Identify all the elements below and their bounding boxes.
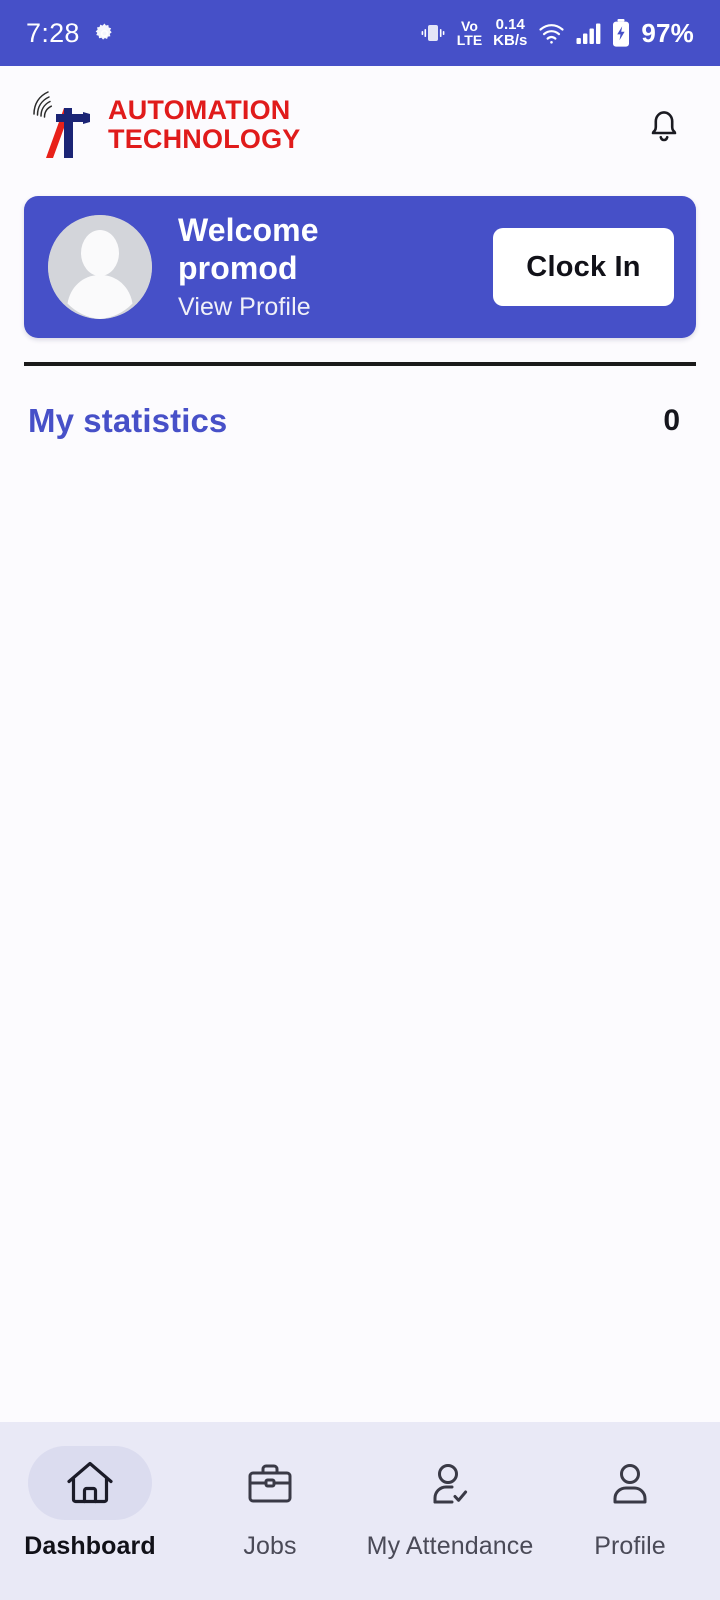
- nav-pill-profile: [568, 1446, 692, 1520]
- battery-charging-icon: [612, 19, 630, 47]
- nav-item-jobs[interactable]: Jobs: [180, 1446, 360, 1561]
- wifi-icon: [538, 22, 565, 45]
- app-screen: 7:28 Vo LTE 0.14 KB/s 97% AUTOMATION TEC…: [0, 0, 720, 1600]
- brand-line-2: TECHNOLOGY: [108, 124, 301, 154]
- divider-wrapper: [0, 338, 720, 366]
- home-icon: [64, 1458, 116, 1508]
- volte-line1: Vo: [461, 17, 478, 34]
- nav-label-profile: Profile: [594, 1532, 666, 1560]
- status-bar: 7:28 Vo LTE 0.14 KB/s 97%: [0, 0, 720, 66]
- person-icon: [604, 1458, 656, 1508]
- welcome-text-block: Welcome promod View Profile: [178, 212, 408, 322]
- brand-line-1: AUTOMATION: [108, 95, 291, 126]
- battery-percentage: 97%: [641, 17, 694, 48]
- welcome-card: Welcome promod View Profile Clock In: [24, 196, 696, 338]
- gear-icon: [93, 22, 116, 45]
- nav-label-jobs: Jobs: [243, 1532, 297, 1560]
- status-bar-left: 7:28: [26, 17, 116, 48]
- status-bar-right: Vo LTE 0.14 KB/s 97%: [420, 17, 694, 49]
- notifications-button[interactable]: [636, 97, 692, 153]
- bottom-navigation-bar: Dashboard Jobs My Attendance Profile: [0, 1422, 720, 1600]
- volte-line2: LTE: [456, 32, 483, 48]
- network-speed-indicator: 0.14 KB/s: [493, 17, 527, 49]
- welcome-greeting: Welcome promod: [178, 212, 319, 286]
- welcome-card-wrapper: Welcome promod View Profile Clock In: [0, 184, 720, 338]
- cellular-signal-icon: [576, 22, 601, 45]
- automation-technology-logo-icon: [28, 84, 102, 162]
- nav-pill-dashboard: [28, 1446, 152, 1520]
- nav-label-dashboard: Dashboard: [24, 1532, 156, 1560]
- network-speed-value: 0.14: [495, 16, 525, 34]
- app-header: AUTOMATION TECHNOLOGY: [0, 66, 720, 184]
- bell-icon: [644, 104, 684, 146]
- brand-name: AUTOMATION TECHNOLOGY: [108, 96, 301, 153]
- avatar[interactable]: [48, 215, 152, 319]
- statistics-content-empty: [0, 440, 720, 1422]
- volte-indicator: Vo LTE: [456, 17, 483, 48]
- status-bar-clock: 7:28: [26, 17, 80, 48]
- briefcase-icon: [244, 1458, 296, 1508]
- statistics-section: My statistics 0: [0, 366, 720, 440]
- nav-label-my-attendance: My Attendance: [366, 1532, 534, 1560]
- nav-item-dashboard[interactable]: Dashboard: [0, 1446, 180, 1561]
- statistics-value: 0: [663, 404, 680, 437]
- nav-item-my-attendance[interactable]: My Attendance: [360, 1446, 540, 1561]
- nav-pill-jobs: [208, 1446, 332, 1520]
- view-profile-link[interactable]: View Profile: [178, 293, 408, 322]
- brand-logo: AUTOMATION TECHNOLOGY: [28, 88, 301, 162]
- nav-pill-my-attendance: [388, 1446, 512, 1520]
- vibrate-icon: [420, 20, 446, 46]
- statistics-title: My statistics: [28, 402, 228, 439]
- network-speed-unit: KB/s: [493, 32, 528, 49]
- clock-in-button[interactable]: Clock In: [493, 228, 674, 306]
- user-check-icon: [424, 1458, 476, 1508]
- nav-item-profile[interactable]: Profile: [540, 1446, 720, 1561]
